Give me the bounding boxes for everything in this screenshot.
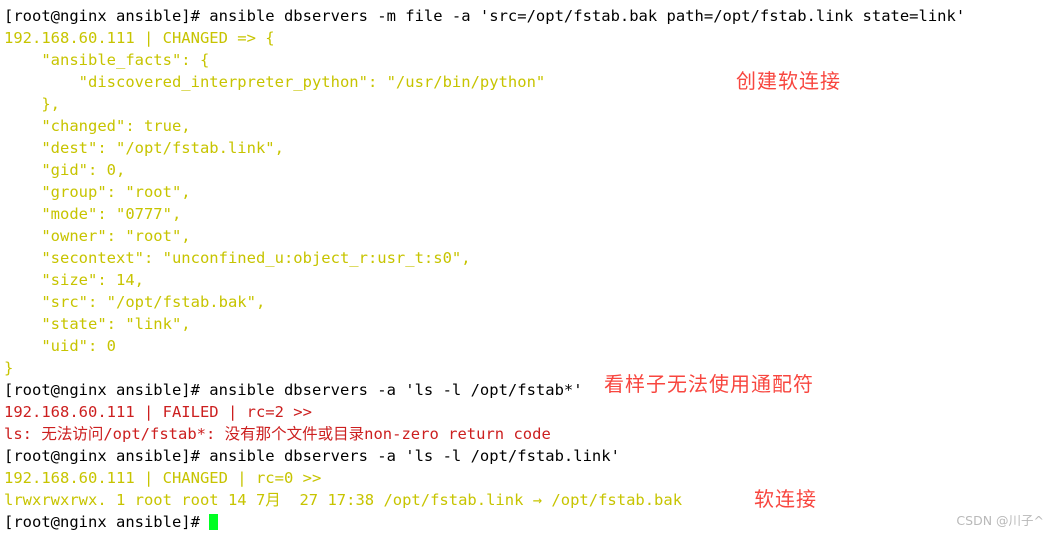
terminal-screenshot: [root@nginx ansible]# ansible dbservers …	[0, 0, 1056, 535]
terminal-line-output: 192.168.60.111 | CHANGED => {	[4, 29, 275, 47]
terminal-line-output: "discovered_interpreter_python": "/usr/b…	[4, 73, 546, 91]
terminal-line-output: "size": 14,	[4, 271, 144, 289]
terminal-line-output: "state": "link",	[4, 315, 191, 333]
terminal-line-output: lrwxrwxrwx. 1 root root 14 7月 27 17:38 /…	[4, 491, 683, 509]
terminal-line-output: "mode": "0777",	[4, 205, 182, 223]
terminal-line-error: 192.168.60.111 | FAILED | rc=2 >>	[4, 403, 312, 421]
annotation-symlink: 软连接	[754, 487, 817, 511]
terminal-line-output: "uid": 0	[4, 337, 116, 355]
terminal-line-output: "changed": true,	[4, 117, 191, 135]
terminal-line-output: "ansible_facts": {	[4, 51, 210, 69]
terminal-line-output: "dest": "/opt/fstab.link",	[4, 139, 284, 157]
csdn-watermark: CSDN @川子^	[956, 513, 1044, 528]
terminal-line-output: },	[4, 95, 60, 113]
annotation-wildcard-not-supported: 看样子无法使用通配符	[604, 372, 814, 396]
terminal-line-output: 192.168.60.111 | CHANGED | rc=0 >>	[4, 469, 322, 487]
terminal-line-output: "src": "/opt/fstab.bak",	[4, 293, 266, 311]
annotation-create-symlink: 创建软连接	[736, 69, 841, 93]
terminal-line-prompt: [root@nginx ansible]#	[4, 511, 1056, 533]
terminal-line-output: }	[4, 359, 14, 377]
terminal-line-command: [root@nginx ansible]# ansible dbservers …	[4, 447, 620, 465]
terminal-line-output: "group": "root",	[4, 183, 191, 201]
terminal-line-command: [root@nginx ansible]# ansible dbservers …	[4, 381, 583, 399]
terminal-line-output: "secontext": "unconfined_u:object_r:usr_…	[4, 249, 471, 267]
terminal-line-command: [root@nginx ansible]# ansible dbservers …	[4, 7, 966, 25]
terminal-line-output: "gid": 0,	[4, 161, 126, 179]
text-cursor[interactable]	[209, 514, 219, 530]
terminal-line-output: "owner": "root",	[4, 227, 191, 245]
terminal-output-area[interactable]: [root@nginx ansible]# ansible dbservers …	[0, 0, 1056, 533]
terminal-line-error: ls: 无法访问/opt/fstab*: 没有那个文件或目录non-zero r…	[4, 425, 551, 443]
